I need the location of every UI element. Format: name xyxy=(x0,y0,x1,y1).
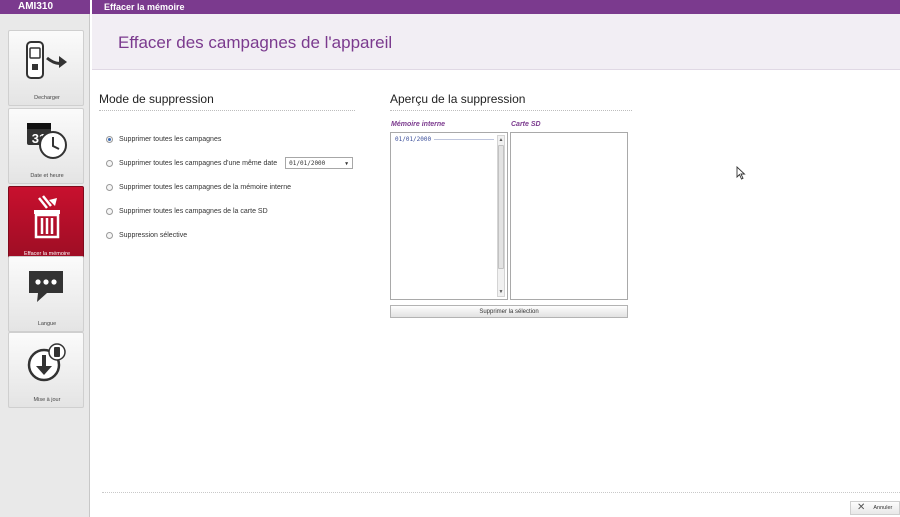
tree-line xyxy=(434,139,495,140)
radio-button[interactable] xyxy=(106,135,113,143)
cancel-button[interactable]: ✕ Annuler xyxy=(850,501,900,515)
divider xyxy=(99,110,355,111)
radio-option-same-date[interactable]: Supprimer toutes les campagnes d'une mêm… xyxy=(106,156,354,170)
mode-section-title: Mode de suppression xyxy=(99,92,214,106)
radio-button[interactable] xyxy=(106,207,113,215)
update-download-icon xyxy=(9,337,85,389)
scrollbar-thumb[interactable] xyxy=(498,145,504,269)
delete-selection-button[interactable]: Supprimer la sélection xyxy=(390,305,628,318)
divider xyxy=(390,110,632,111)
sidebar-item-label: Langue xyxy=(37,321,57,327)
download-device-icon xyxy=(9,35,85,87)
radio-option-sd-card[interactable]: Supprimer toutes les campagnes de la car… xyxy=(106,204,268,218)
scroll-up-icon[interactable]: ▲ xyxy=(498,136,504,144)
sidebar-item-effacer-memoire[interactable]: Effacer la mémoire xyxy=(8,186,84,262)
list-item[interactable]: 01/01/2000 xyxy=(395,136,495,143)
close-icon: ✕ xyxy=(857,502,866,513)
main-panel: Effacer des campagnes de l'appareil Mode… xyxy=(92,14,900,517)
sidebar-item-date-heure[interactable]: 31 Date et heure xyxy=(8,108,84,184)
sidebar-item-label: Decharger xyxy=(34,95,60,101)
preview-section-title: Aperçu de la suppression xyxy=(390,92,526,106)
app-title-bar: AMI310 xyxy=(0,0,90,14)
date-select-value: 01/01/2000 xyxy=(289,159,326,167)
sd-card-list[interactable] xyxy=(510,132,628,300)
sidebar-item-mise-a-jour[interactable]: Mise à jour xyxy=(8,332,84,408)
calendar-clock-icon: 31 xyxy=(9,113,85,165)
sidebar-item-label: Mise à jour xyxy=(33,397,61,403)
sidebar: Decharger 31 Date et heure Effacer la mé… xyxy=(0,14,90,517)
divider xyxy=(102,492,900,493)
radio-button[interactable] xyxy=(106,183,113,191)
sidebar-item-langue[interactable]: Langue xyxy=(8,256,84,332)
app-window: AMI310 Effacer la mémoire Decharger 31 D… xyxy=(0,0,900,517)
window-title-bar: Effacer la mémoire xyxy=(92,0,900,14)
radio-option-selective[interactable]: Suppression sélective xyxy=(106,228,187,242)
internal-memory-label: Mémoire interne xyxy=(391,121,446,128)
trash-icon xyxy=(9,191,85,243)
cancel-label: Annuler xyxy=(873,505,893,511)
radio-label: Suppression sélective xyxy=(119,231,188,239)
radio-option-all[interactable]: Supprimer toutes les campagnes xyxy=(106,132,221,146)
chevron-down-icon: ▼ xyxy=(345,161,349,167)
radio-label: Supprimer toutes les campagnes d'une mêm… xyxy=(119,159,278,167)
list-item-date: 01/01/2000 xyxy=(395,136,432,143)
header-band: Effacer des campagnes de l'appareil xyxy=(92,14,900,70)
sd-card-label: Carte SD xyxy=(511,121,541,128)
chat-bubble-icon xyxy=(9,261,85,313)
scrollbar[interactable]: ▲ ▼ xyxy=(497,135,505,297)
radio-label: Supprimer toutes les campagnes de la car… xyxy=(119,207,268,215)
scroll-down-icon[interactable]: ▼ xyxy=(498,288,504,296)
radio-button[interactable] xyxy=(106,159,113,167)
page-title: Effacer des campagnes de l'appareil xyxy=(118,33,393,52)
sidebar-item-decharger[interactable]: Decharger xyxy=(8,30,84,106)
sidebar-item-label: Date et heure xyxy=(30,173,64,179)
radio-button[interactable] xyxy=(106,231,113,239)
window-title: Effacer la mémoire xyxy=(104,2,185,12)
app-title: AMI310 xyxy=(18,1,54,12)
radio-label: Supprimer toutes les campagnes de la mém… xyxy=(119,183,291,191)
radio-label: Supprimer toutes les campagnes xyxy=(119,135,222,143)
date-select[interactable]: 01/01/2000 ▼ xyxy=(285,157,354,169)
radio-option-internal-memory[interactable]: Supprimer toutes les campagnes de la mém… xyxy=(106,180,291,194)
internal-memory-list[interactable]: 01/01/2000 ▲ ▼ xyxy=(390,132,508,300)
mouse-cursor-icon xyxy=(736,166,746,180)
